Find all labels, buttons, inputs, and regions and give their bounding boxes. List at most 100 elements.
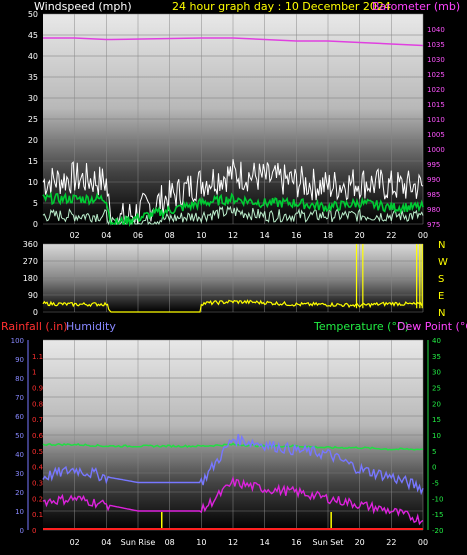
bottom-x-tick-label: 04: [101, 538, 111, 547]
humidity-tick: 30: [15, 470, 24, 478]
windspeed-tick: 25: [28, 115, 38, 124]
dewpoint-axis-title: Dew Point (°C): [397, 320, 467, 333]
windspeed-tick: 5: [33, 199, 38, 208]
windspeed-tick: 45: [28, 31, 38, 40]
x-tick-label: 04: [101, 231, 111, 240]
x-tick-label: 16: [291, 231, 301, 240]
temperature-tick: 25: [432, 385, 441, 393]
barometer-tick: 980: [427, 206, 440, 214]
barometer-tick: 1000: [427, 146, 445, 154]
temperature-tick: 5: [432, 448, 436, 456]
temperature-tick: -10: [432, 495, 443, 503]
humidity-tick-labels: 0 10 20 30 40 50 60 70 80 90 100: [11, 337, 24, 535]
barometer-tick: 1025: [427, 71, 445, 79]
bottom-x-tick-label: 20: [355, 538, 365, 547]
rainfall-axis-title: Rainfall (.in): [1, 320, 68, 333]
compass-letter: E: [438, 291, 444, 302]
direction-tick: 0: [33, 308, 38, 317]
temperature-tick: -5: [432, 480, 439, 488]
barometer-tick: 1020: [427, 86, 445, 94]
bottom-x-tick-label: 12: [228, 538, 238, 547]
x-tick-label: 14: [260, 231, 270, 240]
bottom-x-tick-label: 14: [260, 538, 270, 547]
x-tick-label: 00: [418, 231, 428, 240]
humidity-tick: 50: [15, 432, 24, 440]
direction-tick-labels: 0 90 180 270 360: [23, 240, 38, 317]
bottom-x-tick-label: Sun Rise: [121, 538, 156, 547]
bottom-x-tick-labels: 02 04 Sun Rise 08 10 12 14 16 Sun Set 20 22 00: [70, 538, 429, 547]
rainfall-tick: 0.5: [32, 448, 43, 456]
rainfall-tick: 0.2: [32, 495, 43, 503]
humidity-tick: 40: [15, 451, 24, 459]
x-tick-label: 20: [355, 231, 365, 240]
windspeed-tick: 40: [28, 52, 38, 61]
barometer-tick: 990: [427, 176, 440, 184]
x-tick-label: 18: [323, 231, 333, 240]
bottom-x-tick-label: 08: [165, 538, 175, 547]
bottom-x-tick-label: 22: [386, 538, 396, 547]
rainfall-tick: 1: [32, 369, 36, 377]
temperature-tick: 0: [432, 464, 436, 472]
humidity-tick: 20: [15, 489, 24, 497]
barometer-tick-labels: 975 980 985 990 995 1000 1005 1010 1015 1020 1025 1…: [427, 26, 445, 229]
temperature-tick: -20: [432, 527, 443, 535]
windspeed-tick: 35: [28, 73, 38, 82]
x-tick-label: 08: [165, 231, 175, 240]
x-tick-label: 06: [133, 231, 143, 240]
direction-tick: 90: [28, 291, 38, 300]
wind-x-tick-labels: 02 04 06 08 10 12 14 16 18 20 22 00: [70, 231, 429, 240]
windspeed-tick: 20: [28, 136, 38, 145]
barometer-tick: 1030: [427, 56, 445, 64]
rainfall-tick: 0.8: [32, 400, 43, 408]
compass-letter: W: [438, 257, 448, 268]
direction-tick: 360: [23, 240, 38, 249]
humidity-tick: 100: [11, 337, 24, 345]
bottom-x-tick-label: 10: [196, 538, 206, 547]
x-tick-label: 02: [70, 231, 80, 240]
windspeed-tick: 0: [33, 220, 38, 229]
x-tick-label: 10: [196, 231, 206, 240]
barometer-tick: 1035: [427, 41, 445, 49]
barometer-tick: 1005: [427, 131, 445, 139]
humidity-axis-title: Humidity: [66, 320, 116, 333]
windspeed-tick: 50: [28, 10, 38, 19]
graph-title: 24 hour graph day : 10 December 2024: [172, 0, 391, 13]
direction-tick: 180: [23, 274, 38, 283]
barometer-tick: 985: [427, 191, 440, 199]
humidity-tick: 60: [15, 413, 24, 421]
bottom-x-tick-label: 02: [70, 538, 80, 547]
compass-letter: N: [438, 308, 445, 319]
barometer-tick: 995: [427, 161, 440, 169]
windspeed-tick: 30: [28, 94, 38, 103]
barometer-tick: 1040: [427, 26, 445, 34]
temperature-tick: -15: [432, 511, 443, 519]
bottom-x-tick-label: 00: [418, 538, 428, 547]
humidity-tick: 10: [15, 508, 24, 516]
rainfall-tick: 0.9: [32, 385, 43, 393]
direction-tick: 270: [23, 257, 38, 266]
windspeed-tick: 10: [28, 178, 38, 187]
x-tick-label: 22: [386, 231, 396, 240]
temperature-tick: 15: [432, 416, 441, 424]
humidity-tick: 90: [15, 356, 24, 364]
temperature-tick: 20: [432, 400, 441, 408]
rainfall-tick: 0.7: [32, 416, 43, 424]
rainfall-tick: 0.4: [32, 464, 44, 472]
temperature-tick-labels: -20 -15 -10 -5 0 5 10 15 20 25 30 35 40: [432, 337, 443, 535]
humidity-tick: 0: [20, 527, 24, 535]
windspeed-axis-title: Windspeed (mph): [34, 0, 132, 13]
temperature-tick: 10: [432, 432, 441, 440]
rainfall-tick: 0: [32, 527, 36, 535]
barometer-tick: 975: [427, 221, 440, 229]
barometer-tick: 1010: [427, 116, 445, 124]
temperature-tick: 40: [432, 337, 441, 345]
compass-letter: N: [438, 240, 445, 251]
temperature-tick: 30: [432, 369, 441, 377]
rainfall-tick: 0.3: [32, 480, 43, 488]
rainfall-tick-labels: 0 0.1 0.2 0.3 0.4 0.5 0.6 0.7 0.8 0.9 1 1.1: [32, 353, 44, 535]
windspeed-tick-labels: 0 5 10 15 20 25 30 35 40 45 50: [28, 10, 38, 229]
compass-letter: S: [438, 274, 444, 285]
humidity-tick: 80: [15, 375, 24, 383]
temperature-axis-title: Temperature (°C): [313, 320, 409, 333]
temperature-tick: 35: [432, 353, 441, 361]
